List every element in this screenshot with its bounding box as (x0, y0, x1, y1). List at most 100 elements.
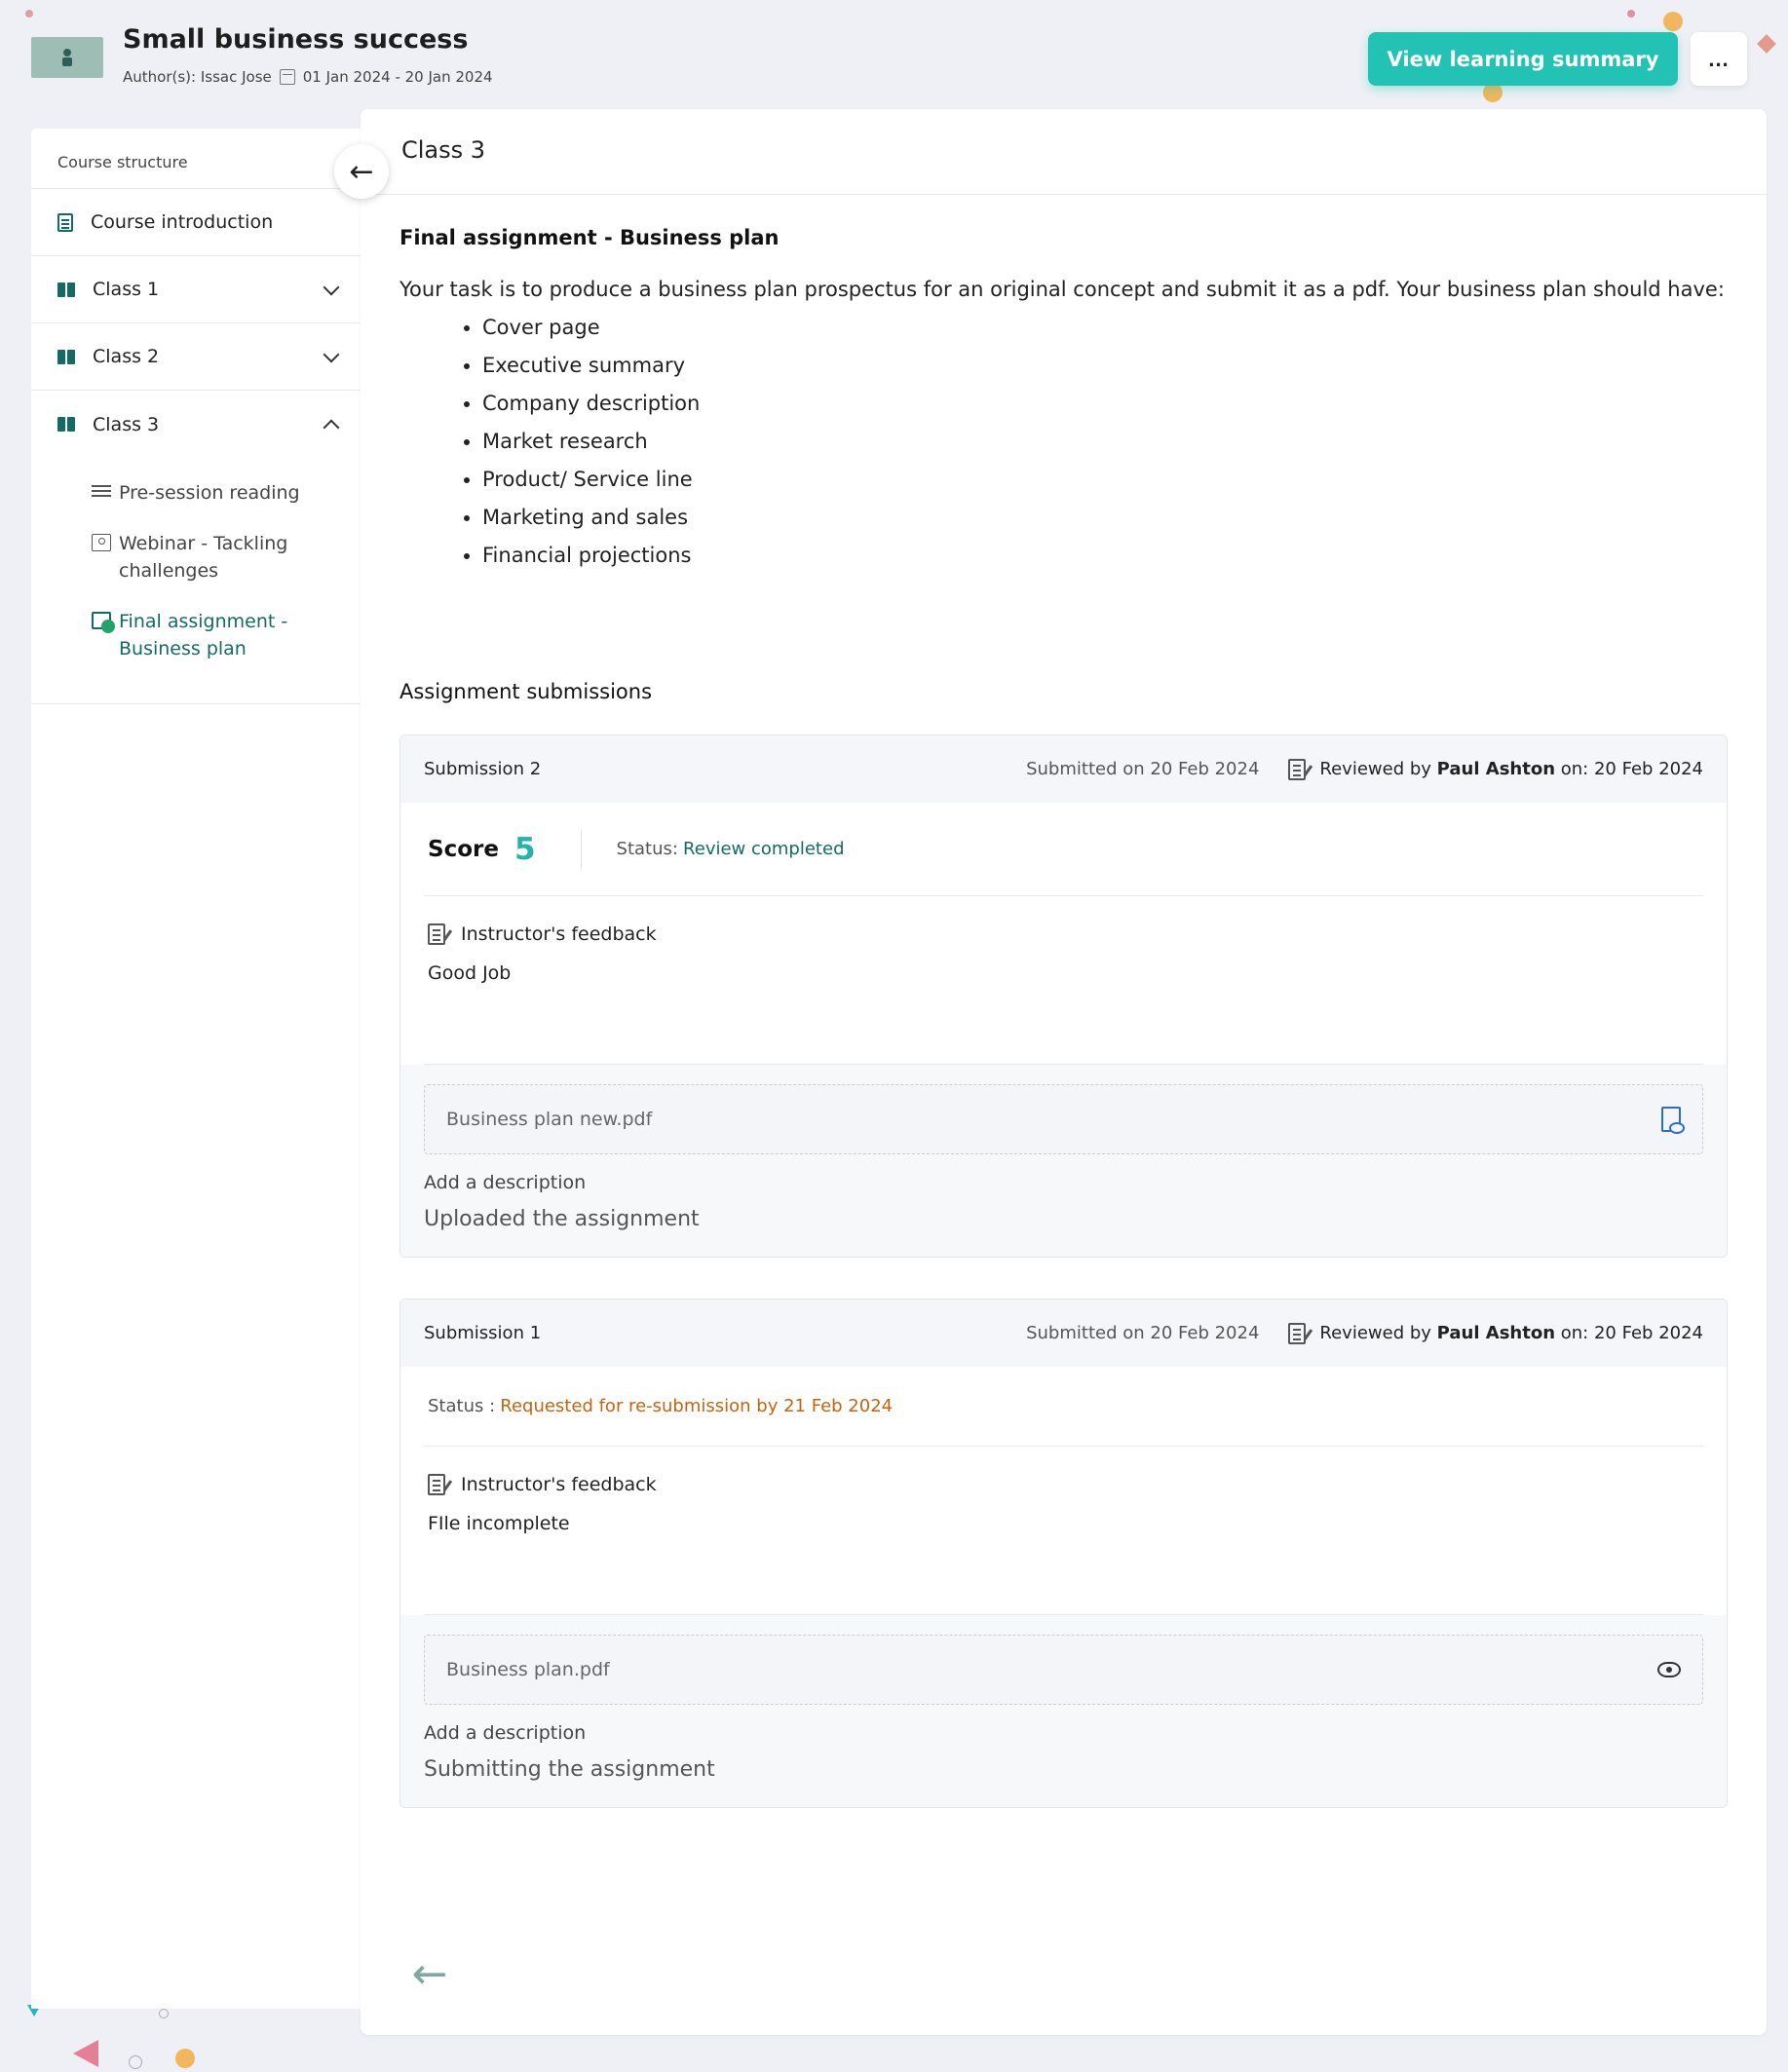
sidebar-item-label: Course introduction (91, 211, 274, 233)
submitted-date: Submitted on 20 Feb 2024 (1026, 1323, 1260, 1343)
decor-dot (1483, 83, 1503, 102)
thumbnail-figure-icon (57, 47, 78, 68)
book-icon (57, 417, 75, 432)
divider (580, 828, 582, 870)
chevron-down-icon[interactable] (323, 279, 340, 296)
book-icon (57, 349, 75, 364)
feedback-section: Instructor's feedback FIle incomplete (424, 1447, 1703, 1615)
description-text: Uploaded the assignment (424, 1207, 700, 1231)
submission-files: Business plan new.pdf Add a description … (400, 1065, 1727, 1257)
feedback-heading: Instructor's feedback (428, 923, 1699, 945)
course-authors: Author(s): Issac Jose (123, 68, 272, 86)
sidebar-subitem-webinar[interactable]: Webinar - Tackling challenges (31, 518, 362, 596)
description-label: Add a description (424, 1172, 587, 1193)
sidebar-heading: Course structure (31, 129, 362, 189)
list-item: Financial projections (482, 537, 1728, 575)
class-3-items: Pre-session reading Webinar - Tackling c… (31, 458, 362, 704)
document-icon (57, 212, 73, 232)
score-label: Score (428, 836, 499, 862)
subitem-label: Webinar - Tackling challenges (119, 533, 288, 582)
sidebar-subitem-pre-session-reading[interactable]: Pre-session reading (31, 468, 362, 518)
back-arrow-button[interactable]: ← (399, 1953, 460, 1996)
collapse-sidebar-button[interactable]: ← (334, 144, 389, 199)
file-preview-icon[interactable] (1661, 1107, 1685, 1134)
file-attachment: Business plan new.pdf (424, 1084, 1703, 1154)
book-icon (57, 282, 75, 297)
sidebar-item-label: Class 3 (93, 413, 160, 435)
assignment-description: Your task is to produce a business plan … (399, 278, 1725, 301)
list-item: Market research (482, 423, 1728, 461)
requirements-list: Cover page Executive summary Company des… (399, 309, 1728, 575)
sidebar-item-label: Class 1 (93, 279, 160, 300)
course-thumbnail (31, 37, 103, 78)
file-name: Business plan.pdf (446, 1659, 610, 1680)
calendar-icon (279, 69, 295, 85)
score-row: Score 5 Status: Review completed (424, 803, 1703, 896)
subitem-label: Final assignment - Business plan (119, 611, 288, 659)
submission-body: Status : Requested for re-submission by … (400, 1367, 1727, 1615)
eye-icon[interactable] (1657, 1662, 1681, 1677)
chevron-down-icon[interactable] (323, 346, 340, 363)
status-label: Status: (616, 839, 678, 859)
description-text: Submitting the assignment (424, 1757, 715, 1782)
decor-dot (175, 2049, 195, 2068)
submission-card: Submission 1 Submitted on 20 Feb 2024 Re… (399, 1299, 1728, 1808)
sidebar-item-class-2[interactable]: Class 2 (31, 323, 362, 391)
assignment-title: Final assignment - Business plan (399, 226, 780, 249)
submissions-heading: Assignment submissions (399, 680, 653, 703)
sidebar-item-course-introduction[interactable]: Course introduction (31, 189, 362, 256)
score-value: 5 (514, 831, 536, 867)
sidebar-item-class-1[interactable]: Class 1 (31, 256, 362, 323)
submission-name: Submission 1 (424, 1323, 542, 1343)
class-title: Class 3 (361, 109, 1767, 195)
subitem-label: Pre-session reading (119, 482, 300, 504)
list-item: Cover page (482, 309, 1728, 347)
submission-name: Submission 2 (424, 759, 542, 779)
main-panel: Class 3 Final assignment - Business plan… (361, 109, 1767, 2035)
view-learning-summary-button[interactable]: View learning summary (1368, 32, 1678, 86)
decor-dot (159, 2009, 169, 2018)
decor-dot (25, 10, 33, 18)
feedback-text: Good Job (428, 962, 512, 984)
file-attachment: Business plan.pdf (424, 1635, 1703, 1705)
list-item: Product/ Service line (482, 461, 1728, 499)
sidebar-item-class-3[interactable]: Class 3 (31, 391, 362, 458)
description-label: Add a description (424, 1722, 587, 1744)
decor-dot (129, 2055, 142, 2069)
reading-list-icon (92, 483, 111, 501)
status-row: Status : Requested for re-submission by … (424, 1367, 1703, 1447)
decor-diamond (1757, 34, 1776, 54)
chevron-up-icon[interactable] (323, 419, 340, 436)
assignment-content: Final assignment - Business plan Your ta… (361, 226, 1767, 1808)
course-meta: Author(s): Issac Jose 01 Jan 2024 - 20 J… (123, 68, 493, 86)
feedback-label: Instructor's feedback (461, 923, 657, 945)
feedback-section: Instructor's feedback Good Job (424, 896, 1703, 1065)
submission-card: Submission 2 Submitted on 20 Feb 2024 Re… (399, 735, 1728, 1258)
reviewer-name: Paul Ashton (1436, 1323, 1556, 1343)
decor-triangle (73, 2040, 98, 2067)
decor-dot (1627, 10, 1635, 18)
review-icon (1288, 758, 1310, 780)
submission-body: Score 5 Status: Review completed Instruc… (400, 803, 1727, 1065)
list-item: Marketing and sales (482, 499, 1728, 537)
reviewed-prefix: Reviewed by (1319, 759, 1431, 779)
list-item: Executive summary (482, 347, 1728, 385)
feedback-text: FIle incomplete (428, 1513, 570, 1534)
decor-dot (1663, 12, 1683, 31)
sidebar-subitem-final-assignment[interactable]: Final assignment - Business plan (31, 596, 362, 674)
course-structure-sidebar: Course structure Course introduction Cla… (31, 129, 362, 2009)
submission-files: Business plan.pdf Add a description Subm… (400, 1615, 1727, 1807)
status-label: Status : (428, 1396, 496, 1416)
submitted-date: Submitted on 20 Feb 2024 (1026, 759, 1260, 779)
more-options-button[interactable]: ... (1691, 32, 1747, 86)
sidebar-item-label: Class 2 (93, 346, 160, 367)
page-title: Small business success (123, 24, 469, 55)
feedback-label: Instructor's feedback (461, 1474, 657, 1495)
submission-header: Submission 2 Submitted on 20 Feb 2024 Re… (400, 735, 1727, 803)
webinar-icon (92, 534, 111, 551)
course-date-range: 01 Jan 2024 - 20 Jan 2024 (302, 68, 493, 86)
reviewer-name: Paul Ashton (1436, 759, 1556, 779)
reviewed-suffix: on: 20 Feb 2024 (1560, 1323, 1703, 1343)
feedback-heading: Instructor's feedback (428, 1474, 1699, 1495)
submission-header: Submission 1 Submitted on 20 Feb 2024 Re… (400, 1300, 1727, 1367)
